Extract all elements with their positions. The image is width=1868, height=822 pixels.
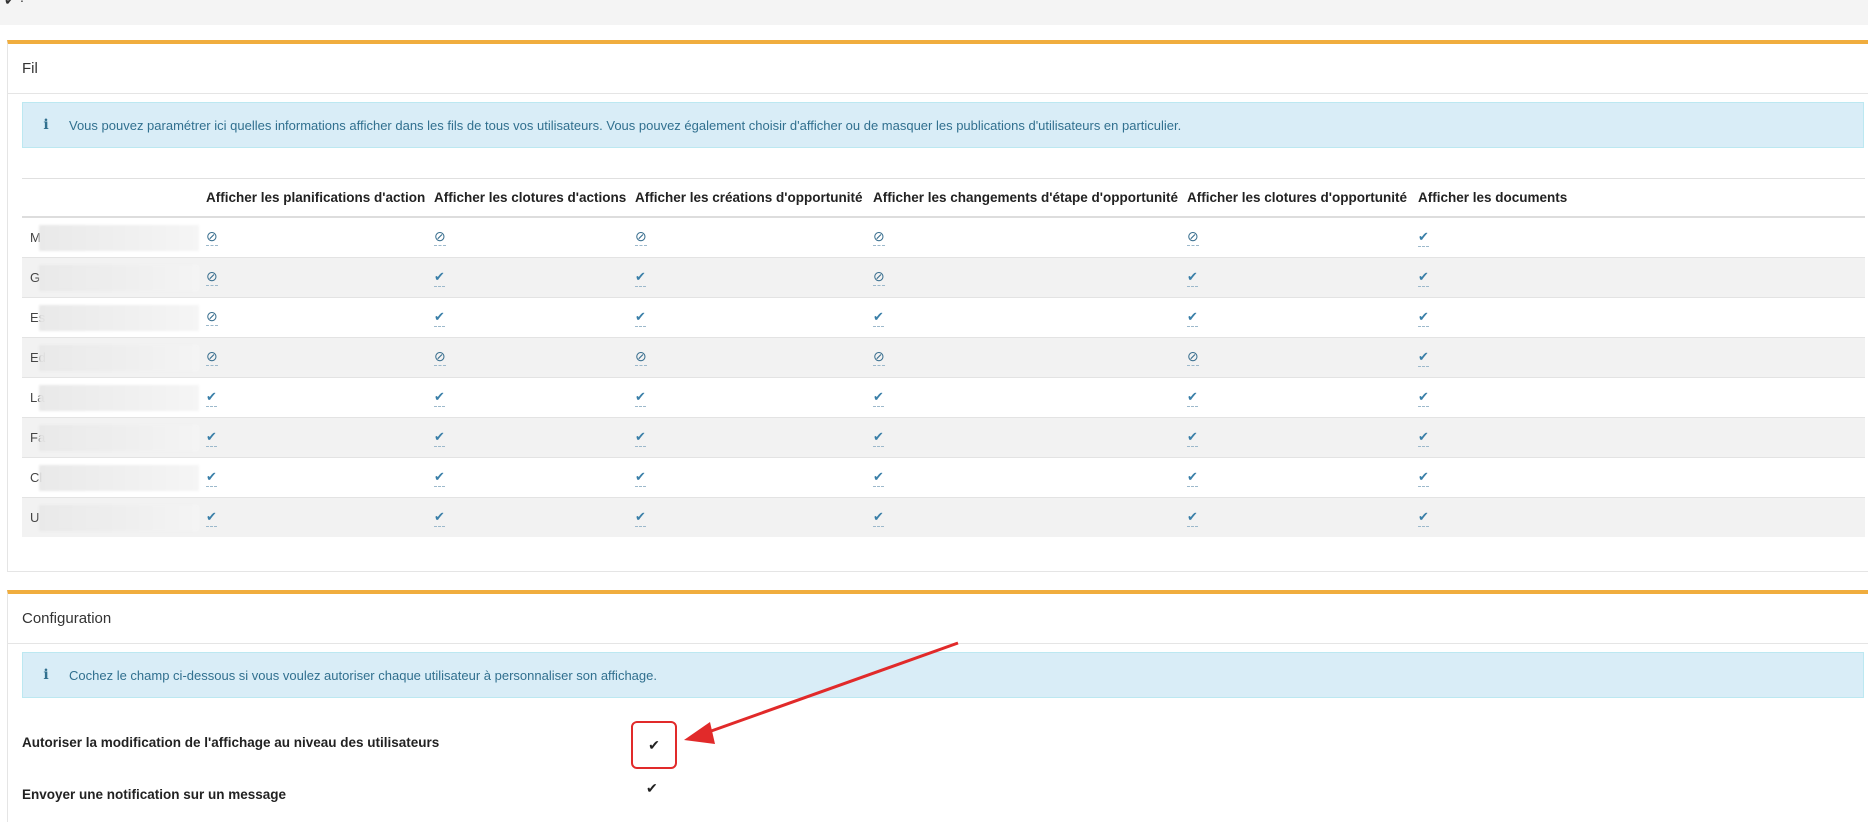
- annotation-arrow: [684, 641, 959, 744]
